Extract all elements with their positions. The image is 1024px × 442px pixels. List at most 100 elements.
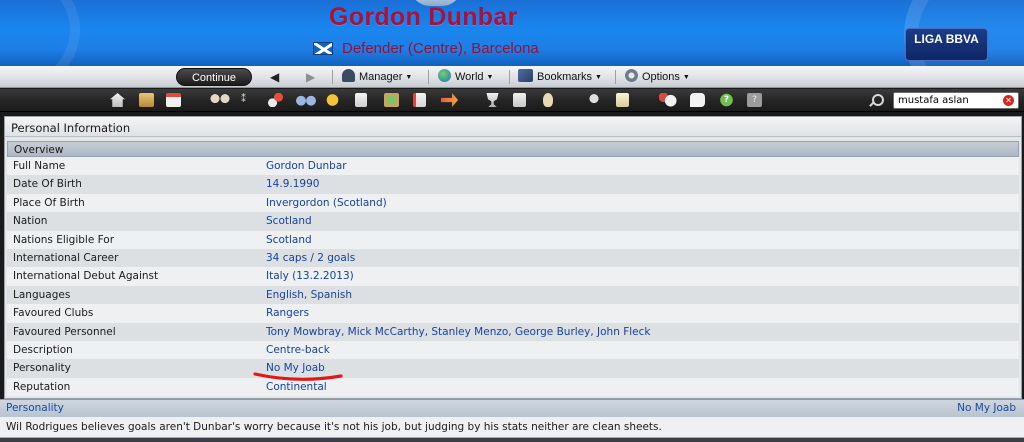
- scouting-icon[interactable]: [296, 93, 316, 107]
- main-toolbar: ⁑ ? ? mustafa aslan ✕: [0, 89, 1024, 112]
- calendar-icon[interactable]: [166, 93, 181, 107]
- player-name: Gordon Dunbar: [329, 3, 518, 31]
- row-value[interactable]: 14.9.1990: [266, 175, 319, 193]
- nav-divider: [332, 70, 333, 84]
- manager-icon: [342, 69, 355, 82]
- panel-title: Personal Information: [5, 117, 1021, 137]
- row-label: Favoured Clubs: [13, 307, 94, 320]
- manager-menu[interactable]: Manager ▼: [342, 69, 412, 85]
- row-value[interactable]: Gordon Dunbar: [266, 157, 347, 175]
- clear-search-icon[interactable]: ✕: [1003, 95, 1014, 106]
- row-label: Place Of Birth: [13, 196, 85, 209]
- row-label: Nation: [13, 215, 48, 228]
- personal-information-panel: Personal Information Overview Full Name G…: [4, 116, 1022, 399]
- tactics-icon[interactable]: ⁑: [241, 93, 256, 107]
- row-label: Reputation: [13, 380, 71, 393]
- table-row: Personality No My Joab: [7, 359, 1019, 378]
- player-role[interactable]: Defender (Centre), Barcelona: [342, 40, 539, 57]
- scotland-flag-icon: [313, 42, 333, 55]
- nav-divider: [615, 70, 616, 84]
- row-value[interactable]: Tony Mowbray, Mick McCarthy, Stanley Men…: [266, 323, 650, 341]
- row-label: Languages: [13, 288, 71, 301]
- manager-menu-label: Manager: [359, 71, 403, 83]
- row-value[interactable]: Italy (13.2.2013): [266, 267, 354, 285]
- club-crest-watermark-left: [0, 0, 80, 66]
- player-search-icon[interactable]: [543, 93, 553, 107]
- bottom-border: [0, 438, 1024, 442]
- row-value[interactable]: Rangers: [266, 304, 309, 322]
- row-value[interactable]: No My Joab: [266, 359, 325, 377]
- table-row: Place Of Birth Invergordon (Scotland): [7, 193, 1019, 213]
- row-label: Date Of Birth: [13, 178, 82, 191]
- transfer-icon[interactable]: [441, 93, 458, 107]
- help-icon[interactable]: ?: [719, 93, 734, 107]
- staff-icon[interactable]: [588, 93, 603, 107]
- navigation-bar: Continue ◀ ▶ Manager ▼ World ▼ Bookmarks ▼ …: [0, 66, 1024, 88]
- finances-icon[interactable]: [325, 93, 340, 107]
- globe-icon: [438, 69, 451, 82]
- options-icon: [625, 69, 638, 82]
- row-value[interactable]: Scotland: [266, 212, 312, 230]
- personality-info-bar: Personality No My Joab: [0, 399, 1024, 417]
- league-icon[interactable]: [513, 93, 526, 107]
- world-menu-label: World: [455, 71, 484, 83]
- row-label: Description: [13, 343, 73, 356]
- nav-divider: [509, 70, 510, 84]
- row-label: Nations Eligible For: [13, 233, 115, 246]
- history-icon[interactable]: [659, 93, 677, 107]
- table-row: Full Name Gordon Dunbar: [7, 157, 1019, 176]
- table-row: International Debut Against Italy (13.2.2…: [7, 267, 1019, 286]
- row-label: Full Name: [13, 160, 66, 172]
- board-icon[interactable]: [355, 93, 367, 107]
- chat-icon[interactable]: [690, 93, 705, 107]
- row-label: International Career: [13, 251, 119, 264]
- news-icon[interactable]: [413, 93, 426, 107]
- bookmarks-menu[interactable]: Bookmarks ▼: [518, 69, 602, 85]
- row-label: Personality: [13, 362, 71, 375]
- league-logo[interactable]: LIGA BBVA: [905, 28, 988, 61]
- row-label: International Debut Against: [13, 270, 159, 283]
- nav-divider: [428, 70, 429, 84]
- row-value[interactable]: 34 caps / 2 goals: [266, 249, 355, 267]
- table-row: Description Centre-back: [7, 340, 1019, 360]
- personality-value: No My Joab: [957, 402, 1016, 414]
- league-logo-text: LIGA BBVA: [914, 32, 979, 46]
- competitions-icon[interactable]: [486, 93, 499, 107]
- row-label: Favoured Personnel: [13, 325, 116, 338]
- row-value[interactable]: Centre-back: [266, 341, 330, 359]
- overview-section-header: Overview: [7, 141, 1019, 157]
- row-value[interactable]: Scotland: [266, 231, 312, 249]
- continue-button[interactable]: Continue: [176, 68, 252, 86]
- squad-icon[interactable]: [210, 93, 230, 107]
- home-icon[interactable]: [110, 93, 125, 107]
- options-menu-label: Options: [642, 71, 680, 83]
- training-icon[interactable]: [268, 93, 283, 107]
- table-row: Favoured Clubs Rangers: [7, 304, 1019, 323]
- personality-label: Personality: [6, 402, 64, 414]
- table-row: Reputation Continental: [7, 377, 1019, 397]
- info-icon[interactable]: ?: [747, 93, 762, 107]
- table-row: International Career 34 caps / 2 goals: [7, 248, 1019, 268]
- table-row: Date Of Birth 14.9.1990: [7, 175, 1019, 194]
- search-icon[interactable]: [872, 94, 884, 106]
- inbox-icon[interactable]: [139, 93, 154, 107]
- options-menu[interactable]: Options ▼: [625, 69, 690, 85]
- player-header: Gordon Dunbar Defender (Centre), Barcelo…: [0, 0, 1024, 66]
- row-value[interactable]: English, Spanish: [266, 286, 352, 304]
- bookmarks-icon: [518, 69, 533, 82]
- row-value[interactable]: Invergordon (Scotland): [266, 194, 387, 212]
- back-arrow-icon[interactable]: ◀: [270, 69, 279, 85]
- forward-arrow-icon[interactable]: ▶: [306, 69, 315, 85]
- personality-description: Wil Rodrigues believes goals aren't Dunb…: [0, 417, 1024, 438]
- bookmarks-menu-label: Bookmarks: [537, 71, 593, 83]
- search-input[interactable]: mustafa aslan: [893, 92, 1019, 109]
- world-menu[interactable]: World ▼: [438, 69, 493, 85]
- table-row: Nation Scotland: [7, 212, 1019, 231]
- table-row: Languages English, Spanish: [7, 285, 1019, 305]
- table-row: Favoured Personnel Tony Mowbray, Mick McC…: [7, 322, 1019, 341]
- notes-icon[interactable]: [616, 93, 629, 107]
- table-row: Nations Eligible For Scotland: [7, 230, 1019, 249]
- row-value[interactable]: Continental: [266, 378, 327, 396]
- information-table: Full Name Gordon Dunbar Date Of Birth 14.9…: [7, 157, 1019, 397]
- club-icon[interactable]: [384, 93, 399, 107]
